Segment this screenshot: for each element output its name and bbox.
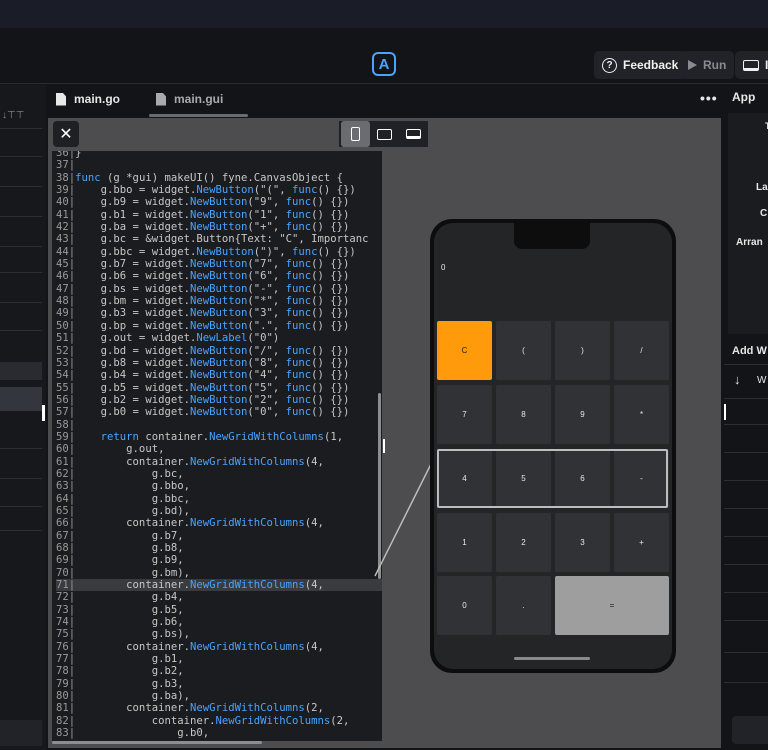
right-divider (724, 652, 768, 653)
phone-notch (514, 223, 590, 249)
right-panel-footer-button[interactable] (732, 716, 768, 744)
right-divider (724, 620, 768, 621)
property-label: C (760, 208, 768, 219)
calc-button[interactable]: 0 (437, 576, 492, 635)
right-divider (724, 592, 768, 593)
property-label: Arran (736, 237, 763, 248)
calc-button[interactable]: / (614, 321, 669, 380)
right-divider (724, 536, 768, 537)
right-divider (724, 480, 768, 481)
right-divider (724, 682, 768, 683)
calc-button[interactable]: . (496, 576, 551, 635)
property-label: La (756, 182, 768, 193)
right-divider (724, 398, 768, 399)
right-divider (724, 424, 768, 425)
calc-button[interactable]: 7 (437, 385, 492, 444)
calculator-output: 0 (441, 263, 446, 272)
calc-button[interactable]: 2 (496, 513, 551, 572)
add-widget-header: Add W (732, 345, 767, 357)
properties-box (728, 113, 768, 334)
right-divider (724, 564, 768, 565)
arrow-down-icon: ↓ (734, 372, 741, 387)
right-divider (724, 452, 768, 453)
right-panel-title: App (732, 90, 756, 104)
calc-button[interactable]: 8 (496, 385, 551, 444)
calc-button[interactable]: ( (496, 321, 551, 380)
add-widget-item[interactable]: W (757, 375, 766, 386)
selected-row-highlight (437, 449, 668, 508)
right-divider (724, 508, 768, 509)
home-indicator (514, 657, 590, 660)
calc-button[interactable]: ) (555, 321, 610, 380)
calc-button[interactable]: + (614, 513, 669, 572)
calc-button[interactable]: * (614, 385, 669, 444)
calc-button[interactable]: C (437, 321, 492, 380)
calc-button[interactable]: 3 (555, 513, 610, 572)
calc-button[interactable]: 9 (555, 385, 610, 444)
calc-button[interactable]: = (555, 576, 669, 635)
right-panel-resize-handle[interactable] (724, 404, 726, 420)
right-divider (724, 364, 768, 365)
calc-button[interactable]: 1 (437, 513, 492, 572)
